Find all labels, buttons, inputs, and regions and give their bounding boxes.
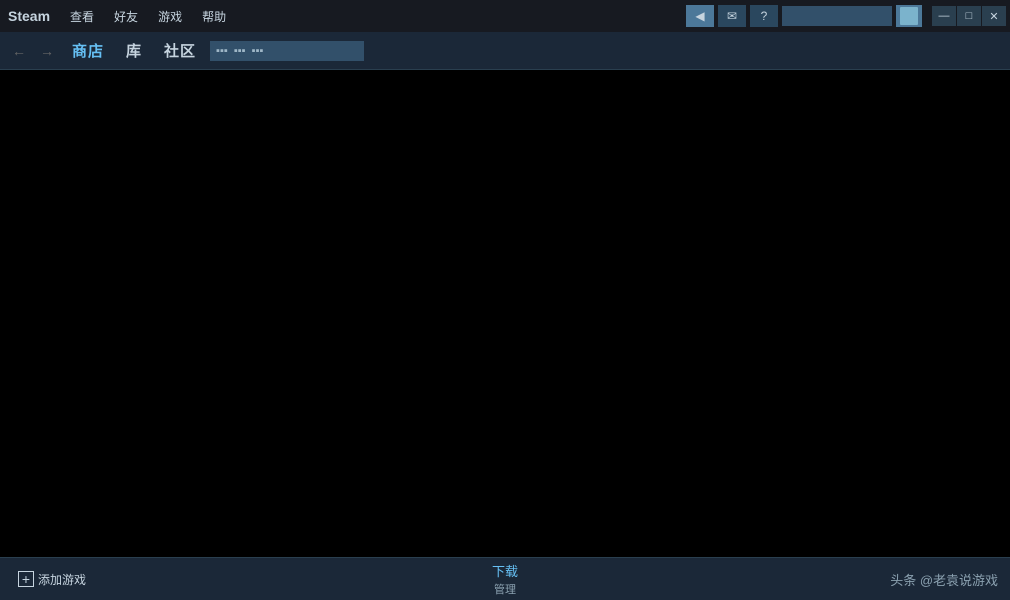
- url-bar[interactable]: [210, 41, 364, 61]
- status-center: 下载 管理: [341, 561, 670, 597]
- tab-store[interactable]: 商店: [64, 36, 112, 65]
- avatar-image: [900, 7, 918, 25]
- tab-library[interactable]: 库: [118, 36, 150, 65]
- forward-button[interactable]: →: [36, 40, 58, 62]
- title-bar: Steam 查看 好友 游戏 帮助 ◀ ✉ ? — □ ✕: [0, 0, 1010, 32]
- menu-friends[interactable]: 好友: [110, 6, 142, 27]
- window-controls: — □ ✕: [932, 6, 1006, 26]
- avatar[interactable]: [896, 5, 922, 27]
- minimize-icon: —: [939, 10, 950, 22]
- tab-community[interactable]: 社区: [156, 36, 204, 65]
- nav-bar: ← → 商店 库 社区: [0, 32, 1010, 70]
- add-game-button[interactable]: + 添加游戏: [12, 567, 92, 592]
- download-label[interactable]: 下载: [492, 561, 518, 580]
- status-right: 头条 @老袁说游戏: [669, 570, 998, 589]
- menu-help[interactable]: 帮助: [198, 6, 230, 27]
- notification-button[interactable]: ◀: [686, 5, 714, 27]
- maximize-icon: □: [966, 10, 973, 22]
- watermark: 头条 @老袁说游戏: [890, 573, 998, 588]
- main-content: [0, 70, 1010, 557]
- title-bar-right: ◀ ✉ ? — □ ✕: [686, 5, 1006, 27]
- help-button[interactable]: ?: [750, 5, 778, 27]
- title-bar-left: Steam 查看 好友 游戏 帮助: [4, 6, 686, 27]
- manage-label[interactable]: 管理: [494, 581, 516, 597]
- menu-games[interactable]: 游戏: [154, 6, 186, 27]
- plus-icon: +: [18, 571, 34, 587]
- status-bar: + 添加游戏 下载 管理 头条 @老袁说游戏: [0, 557, 1010, 600]
- mail-button[interactable]: ✉: [718, 5, 746, 27]
- help-icon: ?: [761, 9, 768, 23]
- close-button[interactable]: ✕: [982, 6, 1006, 26]
- forward-icon: →: [40, 43, 54, 59]
- back-icon: ←: [12, 43, 26, 59]
- maximize-button[interactable]: □: [957, 6, 981, 26]
- add-game-label: 添加游戏: [38, 571, 86, 588]
- back-button[interactable]: ←: [8, 40, 30, 62]
- close-icon: ✕: [989, 10, 998, 23]
- menu-view[interactable]: 查看: [66, 6, 98, 27]
- status-left: + 添加游戏: [12, 567, 341, 592]
- minimize-button[interactable]: —: [932, 6, 956, 26]
- notification-icon: ◀: [695, 9, 704, 23]
- search-input[interactable]: [782, 6, 892, 26]
- app-logo: Steam: [4, 8, 54, 24]
- mail-icon: ✉: [727, 9, 737, 23]
